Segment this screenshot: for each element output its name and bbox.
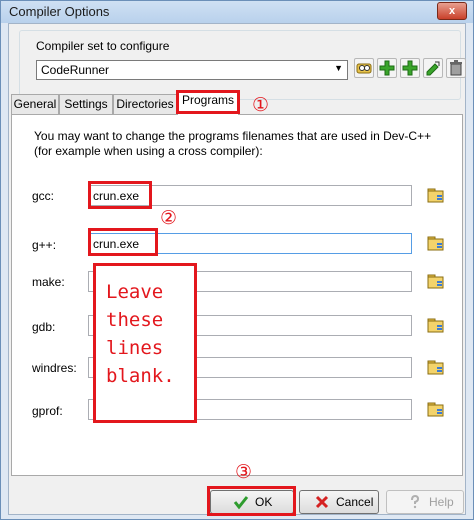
folder-icon — [427, 402, 444, 417]
add-icon — [379, 60, 395, 76]
tab-settings-label: Settings — [64, 97, 108, 111]
cancel-label: Cancel — [336, 495, 374, 509]
blank-lines-note: Leave these lines blank. — [93, 263, 197, 423]
close-icon: x — [448, 5, 456, 17]
compiler-set-group: Compiler set to configure CodeRunner ▼ — [19, 30, 466, 100]
title-bar: Compiler Options x — [1, 1, 473, 23]
folder-icon — [427, 360, 444, 375]
tab-general-label: General — [13, 97, 57, 111]
windres-browse-button[interactable] — [426, 357, 446, 377]
programs-description: You may want to change the programs file… — [34, 129, 432, 158]
gpp-highlight — [88, 228, 158, 256]
programs-page: You may want to change the programs file… — [11, 114, 463, 476]
step2-marker: ② — [160, 208, 178, 229]
tab-general[interactable]: General — [11, 94, 59, 114]
ok-highlight — [207, 486, 296, 516]
cancel-button[interactable]: Cancel — [299, 490, 379, 514]
gprof-label: gprof: — [32, 404, 63, 418]
gcc-highlight — [88, 181, 152, 209]
folder-icon — [427, 188, 444, 203]
folder-icon — [427, 274, 444, 289]
help-label: Help — [429, 495, 454, 509]
window-title: Compiler Options — [9, 4, 110, 19]
folder-icon — [427, 236, 444, 251]
gdb-browse-button[interactable] — [426, 315, 446, 335]
gcc-label: gcc: — [32, 189, 55, 203]
folder-icon — [427, 318, 444, 333]
close-button[interactable]: x — [437, 2, 467, 20]
help-button[interactable]: Help — [386, 490, 464, 514]
compiler-set-label: Compiler set to configure — [36, 39, 170, 53]
compiler-set-dropdown[interactable]: CodeRunner ▼ — [36, 60, 348, 80]
dialog-client: Compiler set to configure CodeRunner ▼ G… — [8, 23, 466, 516]
gprof-browse-button[interactable] — [426, 399, 446, 419]
chevron-down-icon: ▼ — [334, 63, 343, 73]
gdb-label: gdb: — [32, 320, 56, 334]
tab-directories-label: Directories — [116, 97, 174, 111]
add-icon — [402, 60, 418, 76]
find-icon — [356, 63, 372, 74]
make-label: make: — [32, 275, 65, 289]
gpp-label: g++: — [32, 238, 57, 252]
cancel-x-icon — [315, 495, 329, 509]
compiler-options-window: Compiler Options x Compiler set to confi… — [0, 0, 474, 520]
rename-compiler-button[interactable] — [423, 58, 443, 78]
find-compiler-button[interactable] — [354, 58, 374, 78]
delete-compiler-button[interactable] — [446, 58, 466, 78]
compiler-set-value: CodeRunner — [41, 63, 110, 77]
tab-directories[interactable]: Directories — [113, 94, 177, 114]
gcc-browse-button[interactable] — [426, 185, 446, 205]
delete-icon — [450, 60, 462, 76]
add-empty-compiler-button[interactable] — [377, 58, 397, 78]
add-compiler-button[interactable] — [400, 58, 420, 78]
step1-marker: ① — [252, 95, 270, 116]
help-icon — [411, 494, 420, 509]
step3-marker: ③ — [235, 462, 253, 483]
make-browse-button[interactable] — [426, 271, 446, 291]
blank-lines-note-text: Leave these lines blank. — [106, 281, 175, 387]
gpp-browse-button[interactable] — [426, 233, 446, 253]
rename-icon — [426, 61, 440, 76]
tab-settings[interactable]: Settings — [59, 94, 113, 114]
windres-label: windres: — [32, 361, 77, 375]
programs-tab-highlight — [176, 90, 240, 114]
